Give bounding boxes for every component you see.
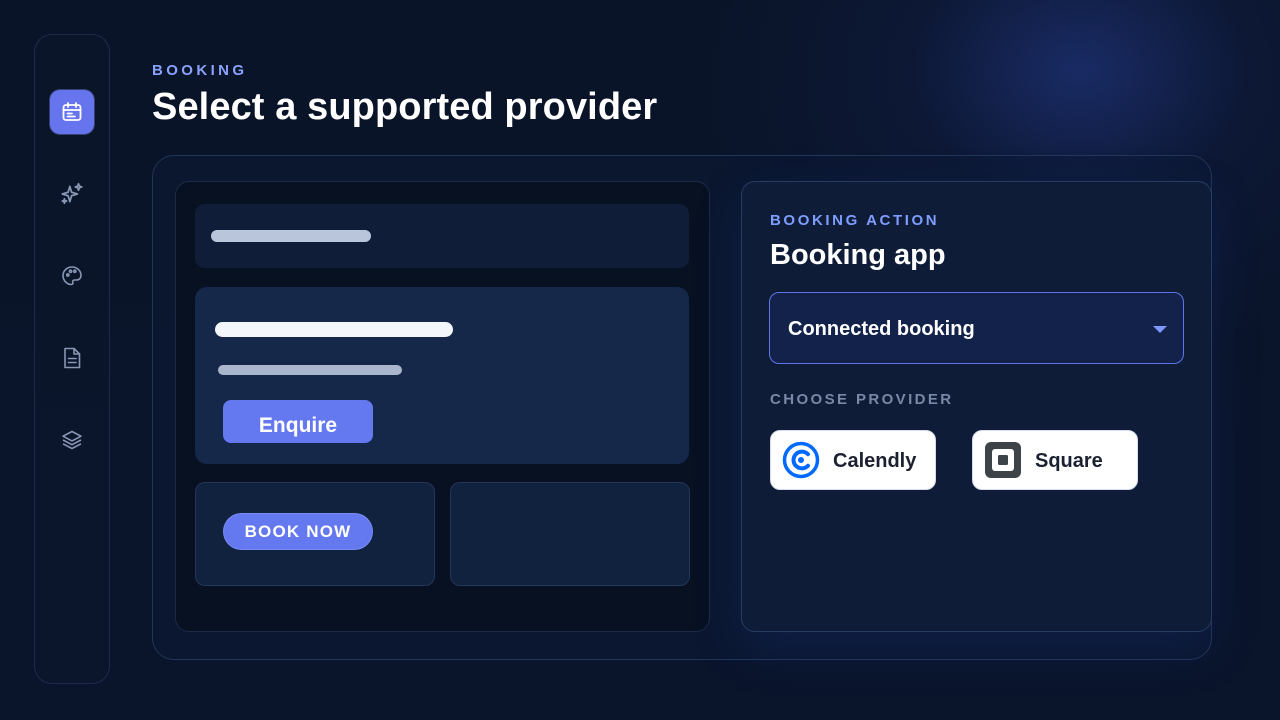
provider-option-square[interactable]: Square	[972, 430, 1138, 490]
sidebar-item-ai[interactable]	[50, 172, 94, 216]
book-now-button[interactable]: BOOK NOW	[223, 513, 373, 550]
provider-name: Square	[1035, 450, 1103, 472]
sidebar-item-layers[interactable]	[50, 418, 94, 462]
palette-icon	[62, 266, 82, 286]
provider-option-calendly[interactable]: Calendly	[770, 430, 936, 490]
select-value: Connected booking	[788, 318, 975, 340]
sidebar	[34, 34, 110, 684]
providers-label: CHOOSE PROVIDER	[770, 391, 954, 408]
provider-name: Calendly	[833, 450, 917, 472]
calendar-icon	[62, 102, 82, 121]
sidebar-item-pages[interactable]	[50, 336, 94, 380]
booking-type-select[interactable]: Connected booking	[769, 292, 1184, 364]
calendly-logo-icon	[782, 441, 820, 479]
layers-icon	[62, 430, 82, 450]
caret-down-icon	[1153, 326, 1167, 333]
document-icon	[64, 347, 81, 369]
section-eyebrow: BOOKING	[152, 62, 248, 79]
sidebar-item-theme[interactable]	[50, 254, 94, 298]
panel-eyebrow: BOOKING ACTION	[770, 212, 940, 229]
skeleton-heading	[215, 322, 453, 337]
sidebar-item-booking[interactable]	[50, 90, 94, 134]
skeleton-line	[218, 365, 402, 375]
square-logo-icon	[985, 442, 1021, 478]
panel-title: Booking app	[770, 239, 946, 271]
sparkles-icon	[61, 182, 83, 205]
page-title: Select a supported provider	[152, 86, 658, 128]
preview-card	[450, 482, 690, 586]
skeleton-line	[211, 230, 371, 242]
enquire-button[interactable]: Enquire	[223, 400, 373, 443]
